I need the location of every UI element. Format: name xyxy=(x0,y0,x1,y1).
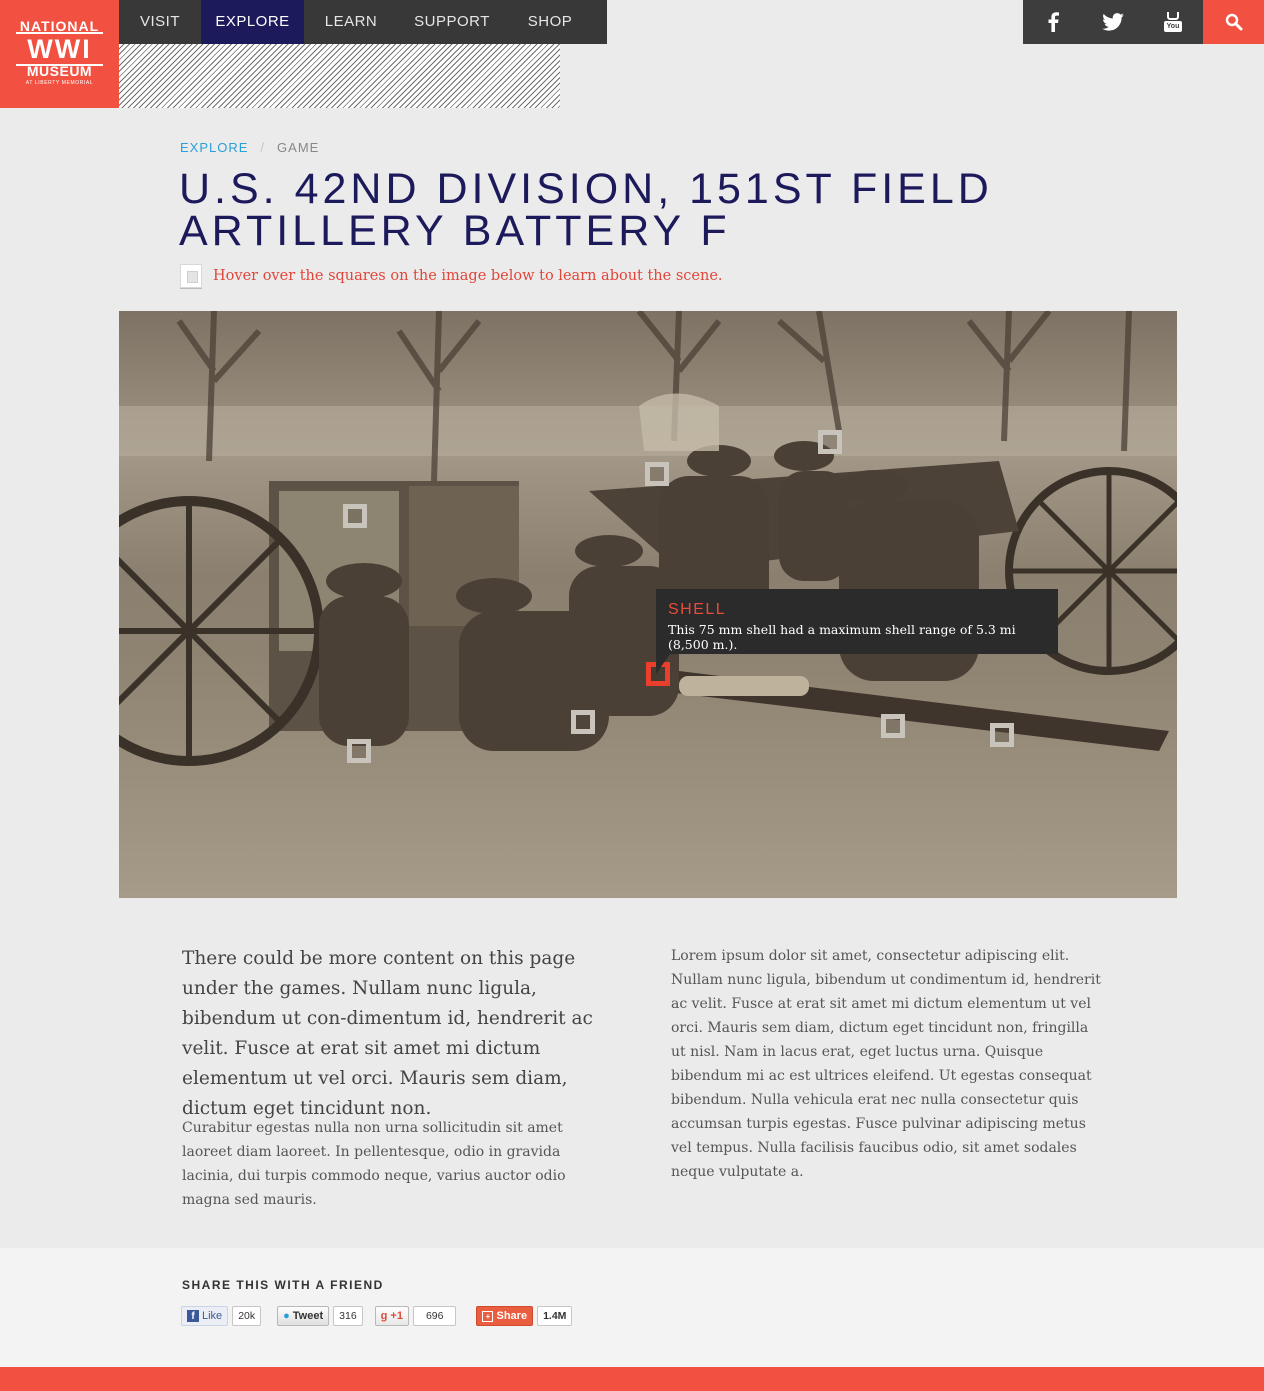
sharethis-count: 1.4M xyxy=(537,1306,573,1326)
nav-item-explore[interactable]: EXPLORE xyxy=(201,0,304,44)
hotspot-boots[interactable] xyxy=(347,739,371,763)
hotspot-tooltip: SHELL This 75 mm shell had a maximum she… xyxy=(656,589,1058,674)
tweet-count: 316 xyxy=(333,1306,363,1326)
share-title: SHARE THIS WITH A FRIEND xyxy=(182,1278,384,1292)
lead-paragraph: There could be more content on this page… xyxy=(182,948,593,1119)
twitter-icon: ● xyxy=(283,1310,290,1322)
museum-logo[interactable]: NATIONAL WWI MUSEUM AT LIBERTY MEMORIAL xyxy=(0,0,119,108)
scene-photo: SHELL This 75 mm shell had a maximum she… xyxy=(119,311,1177,898)
page-title: U.S. 42ND DIVISION, 151ST FIELD ARTILLER… xyxy=(179,165,993,255)
google-plus-label: +1 xyxy=(390,1310,403,1322)
facebook-icon: f xyxy=(187,1310,199,1322)
tweet-label: Tweet xyxy=(292,1310,324,1322)
logo-line-wwi: WWI xyxy=(16,32,103,66)
footer-bar xyxy=(0,1367,1264,1391)
hotspot-wheel[interactable] xyxy=(990,723,1014,747)
hotspot-square-icon xyxy=(180,264,202,288)
tweet-button[interactable]: ● Tweet xyxy=(277,1306,330,1326)
youtube-icon-text: You Tube xyxy=(1164,21,1182,41)
hotspot-soldier-helmet[interactable] xyxy=(818,430,842,454)
hotspot-gun-carriage[interactable] xyxy=(645,462,669,486)
logo-line-liberty: AT LIBERTY MEMORIAL xyxy=(25,80,94,86)
youtube-icon[interactable]: You Tube xyxy=(1143,0,1203,44)
body-paragraph-right: Lorem ipsum dolor sit amet, consectetur … xyxy=(671,948,1101,1180)
google-plus-button[interactable]: g +1 xyxy=(374,1306,409,1326)
main-nav: VISIT EXPLORE LEARN SUPPORT SHOP xyxy=(119,0,607,44)
body-paragraph-left: Curabitur egestas nulla non urna sollici… xyxy=(182,1120,566,1208)
nav-item-support[interactable]: SUPPORT xyxy=(398,0,506,44)
search-button[interactable] xyxy=(1203,0,1264,44)
sharethis-label: Share xyxy=(496,1310,528,1322)
breadcrumb-explore-link[interactable]: EXPLORE xyxy=(180,140,248,155)
share-icon: + xyxy=(482,1310,494,1322)
facebook-like-button[interactable]: f Like xyxy=(181,1306,229,1326)
google-plus-icon: g xyxy=(380,1310,388,1322)
sharethis-button[interactable]: + Share xyxy=(476,1306,534,1326)
nav-item-shop[interactable]: SHOP xyxy=(506,0,594,44)
facebook-like-count: 20k xyxy=(232,1306,262,1326)
breadcrumb-separator: / xyxy=(260,140,266,155)
decorative-hatch-pattern xyxy=(119,44,560,108)
breadcrumb: EXPLORE / GAME xyxy=(180,140,319,155)
tooltip-title: SHELL xyxy=(668,601,727,618)
share-buttons: f Like 20k ● Tweet 316 g +1 696 + Share … xyxy=(181,1306,573,1326)
facebook-icon[interactable] xyxy=(1023,0,1083,44)
logo-line-museum: MUSEUM xyxy=(26,63,93,79)
social-links: You Tube xyxy=(1023,0,1203,44)
hotspot-uniform[interactable] xyxy=(571,710,595,734)
twitter-icon[interactable] xyxy=(1083,0,1143,44)
tooltip-body: This 75 mm shell had a maximum shell ran… xyxy=(668,622,1016,652)
breadcrumb-current: GAME xyxy=(277,140,320,155)
nav-item-visit[interactable]: VISIT xyxy=(119,0,201,44)
nav-item-learn[interactable]: LEARN xyxy=(304,0,398,44)
facebook-like-label: Like xyxy=(202,1310,223,1322)
search-icon xyxy=(1225,13,1242,31)
google-plus-count: 696 xyxy=(412,1306,457,1326)
hover-hint: Hover over the squares on the image belo… xyxy=(180,264,723,288)
hotspot-trail[interactable] xyxy=(881,714,905,738)
hint-text: Hover over the squares on the image belo… xyxy=(213,268,723,284)
hotspot-limber-box[interactable] xyxy=(343,504,367,528)
